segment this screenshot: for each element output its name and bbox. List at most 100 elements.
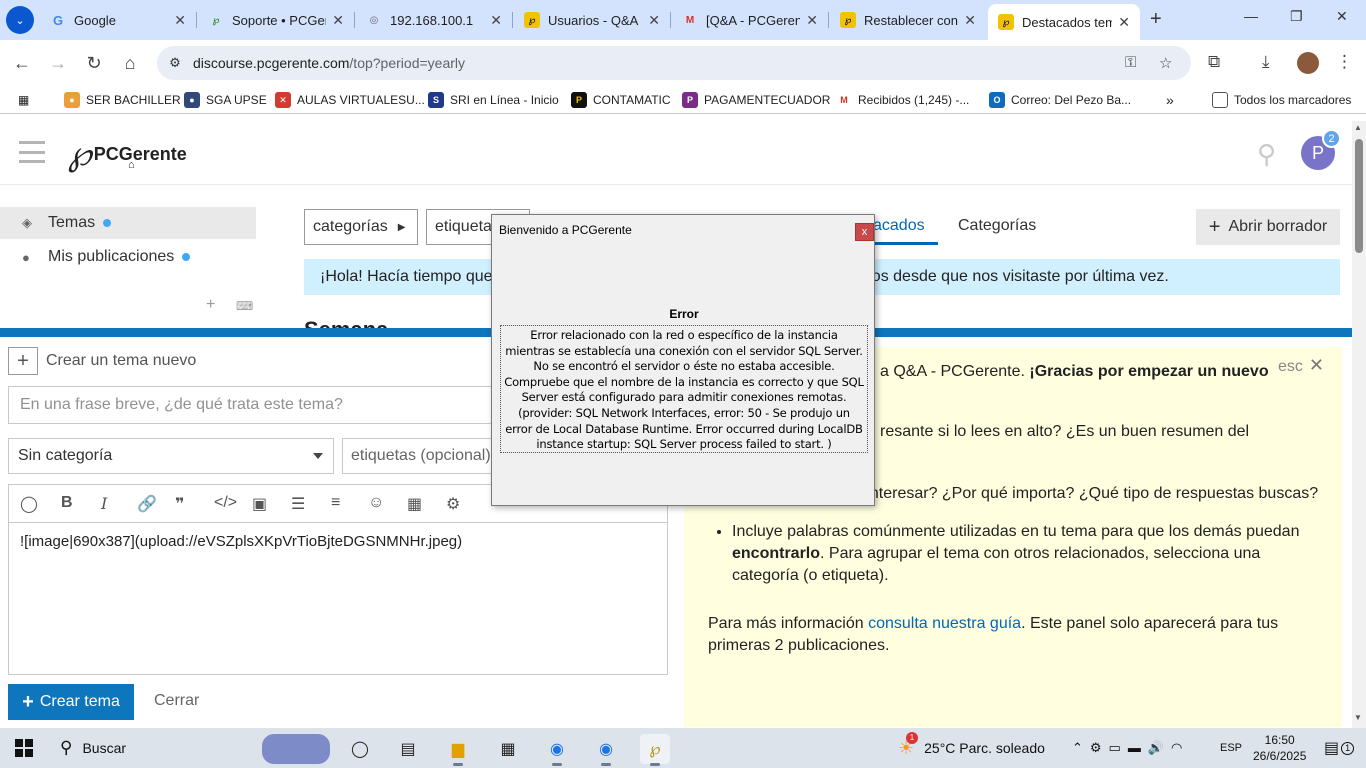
language-indicator[interactable]: ESP: [1220, 736, 1242, 760]
close-icon[interactable]: ✕: [964, 12, 976, 29]
calculator-icon[interactable]: ▦: [493, 734, 523, 764]
bookmark-aulas[interactable]: ✕ AULAS VIRTUALESU...: [275, 91, 425, 109]
tab-google[interactable]: G Google ✕: [40, 6, 196, 34]
tab-soporte[interactable]: ℘ Soporte • PCGerente ✕: [198, 6, 354, 34]
url-host: discourse.pcgerente.com: [193, 55, 350, 71]
nav-featured[interactable]: acados: [873, 217, 925, 235]
search-highlight-image[interactable]: [262, 734, 330, 764]
sidebar-add-icon[interactable]: +: [206, 296, 215, 314]
weather-widget[interactable]: ☀ 1 25°C Parc. soleado: [898, 731, 1045, 760]
reload-icon[interactable]: ↻: [81, 50, 107, 76]
close-icon[interactable]: ✕: [1118, 14, 1130, 31]
minimize-icon[interactable]: —: [1244, 8, 1258, 24]
logo-mark-icon: ℘: [68, 134, 92, 174]
close-icon[interactable]: ✕: [332, 12, 344, 29]
nav-categories[interactable]: Categorías: [958, 217, 1036, 235]
link-icon[interactable]: 🔗: [137, 494, 157, 514]
bookmark-gmail[interactable]: M Recibidos (1,245) -...: [836, 91, 969, 109]
guide-link[interactable]: consulta nuestra guía: [868, 615, 1021, 632]
home-icon: ⌂: [128, 159, 135, 171]
tab-usuarios[interactable]: ℘ Usuarios - Q&A ✕: [514, 6, 670, 34]
chrome-profile-icon[interactable]: ◉: [591, 734, 621, 766]
taskbar-search[interactable]: ⚲ Buscar: [60, 736, 126, 760]
image-icon[interactable]: ▣: [252, 494, 267, 514]
taskbar-clock[interactable]: 16:50 26/6/2025: [1253, 732, 1306, 764]
open-draft-button[interactable]: + Abrir borrador: [1196, 209, 1340, 245]
scroll-thumb[interactable]: [1355, 139, 1363, 253]
bookmark-ser-bachiller[interactable]: ● SER BACHILLER: [64, 91, 181, 109]
restore-icon[interactable]: ❐: [1290, 8, 1303, 25]
menu-dots-icon[interactable]: ⋮: [1336, 52, 1353, 72]
notification-center-icon[interactable]: ▤ 1: [1324, 736, 1355, 760]
notification-badge[interactable]: 2: [1322, 129, 1341, 148]
gmail-icon: M: [685, 14, 695, 26]
sidebar-item-topics[interactable]: ◈ Temas: [0, 207, 256, 239]
site-settings-icon[interactable]: ⚙: [165, 53, 185, 73]
gear-icon[interactable]: ⚙: [446, 494, 460, 514]
home-icon[interactable]: ⌂: [117, 50, 143, 76]
tab-restablecer[interactable]: ℘ Restablecer contraseña ✕: [830, 6, 986, 34]
quote-bubble-icon[interactable]: ◯: [20, 494, 38, 514]
browser-toolbar: ← → ↻ ⌂ ⚙ discourse.pcgerente.com/top?pe…: [0, 40, 1366, 86]
bookmark-icon: P: [571, 92, 587, 108]
italic-icon[interactable]: I: [101, 494, 107, 513]
error-dialog: Bienvenido a PCGerente x Error Error rel…: [491, 214, 875, 506]
bullet-list-icon[interactable]: ☰: [291, 494, 305, 514]
code-icon[interactable]: </>: [214, 494, 237, 512]
close-composer-link[interactable]: Cerrar: [154, 692, 199, 710]
tab-router[interactable]: ◎ 192.168.100.1 ✕: [356, 6, 512, 34]
chrome-icon[interactable]: ◉: [542, 734, 572, 766]
bookmark-star-icon[interactable]: ☆: [1159, 54, 1172, 72]
pcgerente-app-icon[interactable]: ℘: [640, 734, 670, 766]
bookmark-sri[interactable]: S SRI en Línea - Inicio: [428, 91, 559, 109]
scroll-up-icon[interactable]: ▲: [1354, 123, 1362, 132]
system-tray-icons[interactable]: ⌃⚙▭▬🔊◠: [1072, 736, 1189, 760]
sidebar-item-my-posts[interactable]: ● Mis publicaciones: [0, 241, 256, 273]
extensions-icon[interactable]: ⧉: [1208, 52, 1220, 72]
all-bookmarks[interactable]: Todos los marcadores: [1212, 91, 1351, 109]
profile-avatar[interactable]: [1297, 52, 1319, 74]
category-select[interactable]: Sin categoría: [8, 438, 334, 474]
close-icon[interactable]: ✕: [174, 12, 186, 29]
bookmark-pagamente[interactable]: P PAGAMENTECUADOR: [682, 91, 830, 109]
numbered-list-icon[interactable]: ≡: [331, 494, 340, 512]
tab-search-icon[interactable]: ⌄: [6, 6, 34, 34]
task-view-icon[interactable]: ◯: [345, 734, 375, 764]
url-path: /top?period=yearly: [349, 55, 465, 71]
pcgerente-icon: ℘: [524, 12, 540, 28]
windows-start-icon[interactable]: [15, 739, 33, 757]
categories-dropdown[interactable]: categorías ▶: [304, 209, 418, 245]
bookmark-outlook[interactable]: O Correo: Del Pezo Ba...: [989, 91, 1131, 109]
close-icon[interactable]: ✕: [806, 12, 818, 29]
dialog-close-button[interactable]: x: [855, 223, 874, 241]
password-key-icon[interactable]: ⚿: [1125, 54, 1136, 71]
forward-icon[interactable]: →: [45, 50, 71, 76]
new-tab-plus-icon[interactable]: +: [1150, 8, 1162, 31]
bookmark-sga-upse[interactable]: ● SGA UPSE: [184, 91, 267, 109]
bold-icon[interactable]: B: [61, 494, 73, 512]
calendar-icon[interactable]: ▦: [407, 494, 422, 514]
back-icon[interactable]: ←: [9, 50, 35, 76]
tab-gmail[interactable]: M [Q&A - PCGerente] ✕: [672, 6, 828, 34]
apps-grid-icon[interactable]: ▦: [18, 91, 29, 109]
hamburger-menu-icon[interactable]: [19, 141, 45, 163]
download-icon[interactable]: ⤓: [1262, 52, 1270, 72]
address-bar[interactable]: ⚙ discourse.pcgerente.com/top?period=yea…: [157, 46, 1191, 80]
close-icon[interactable]: ✕: [490, 12, 502, 29]
search-icon[interactable]: ⚲: [1257, 139, 1276, 170]
create-topic-button[interactable]: + Crear tema: [8, 684, 134, 720]
tab-destacados[interactable]: ℘ Destacados temas ✕: [988, 4, 1140, 40]
emoji-icon[interactable]: ☺: [368, 494, 384, 512]
more-bookmarks-icon[interactable]: »: [1166, 91, 1174, 109]
close-icon[interactable]: ✕: [648, 12, 660, 29]
blockquote-icon[interactable]: ❞: [175, 494, 184, 514]
window-close-icon[interactable]: ✕: [1336, 8, 1348, 25]
bookmark-contamatic[interactable]: P CONTAMATIC: [571, 91, 671, 109]
scroll-down-icon[interactable]: ▼: [1354, 713, 1362, 722]
keyboard-icon[interactable]: ⌨: [236, 299, 253, 313]
composer-textarea[interactable]: ![image|690x387](upload://eVSZplsXKpVrTi…: [8, 522, 668, 675]
layers-icon: ◈: [22, 215, 32, 230]
file-explorer-icon[interactable]: ▆: [443, 734, 473, 766]
page-scrollbar[interactable]: ▲ ▼: [1352, 121, 1366, 728]
widgets-icon[interactable]: ▤: [393, 734, 423, 764]
